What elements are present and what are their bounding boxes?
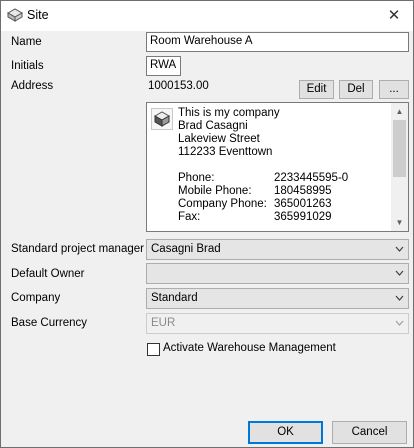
chevron-down-icon: [395, 246, 404, 252]
chevron-down-icon: [395, 270, 404, 276]
address-card: This is my company Brad Casagni Lakeview…: [146, 102, 409, 232]
building-icon: [151, 108, 173, 130]
chevron-down-icon: [395, 320, 404, 326]
contact-value: 2233445595-0: [274, 172, 349, 184]
contact-value: 365991029: [274, 211, 332, 223]
address-label: Address: [11, 80, 54, 92]
address-line: 112233 Eventtown: [178, 146, 273, 158]
title-bar: Site ✕: [1, 1, 413, 31]
arrow-down-icon[interactable]: ▼: [391, 214, 408, 231]
default-owner-label: Default Owner: [11, 268, 85, 280]
close-button[interactable]: ✕: [381, 5, 407, 27]
cancel-button[interactable]: Cancel: [332, 421, 407, 444]
contact-value: 365001263: [274, 198, 332, 210]
arrow-up-icon[interactable]: ▲: [391, 103, 408, 120]
contact-label: Company Phone:: [178, 198, 267, 210]
edit-address-button[interactable]: Edit: [299, 80, 334, 99]
base-currency-select: EUR: [146, 313, 409, 334]
address-line: This is my company: [178, 107, 280, 119]
name-label: Name: [11, 36, 42, 48]
address-number: 1000153.00: [148, 80, 209, 92]
base-currency-value: EUR: [151, 317, 176, 329]
contact-value: 180458995: [274, 185, 332, 197]
default-owner-select[interactable]: [146, 263, 409, 284]
address-scrollbar[interactable]: ▲ ▼: [391, 103, 408, 231]
company-label: Company: [11, 292, 61, 304]
warehouse-management-checkbox[interactable]: [147, 343, 160, 356]
company-select[interactable]: Standard: [146, 288, 409, 309]
initials-input[interactable]: RWA: [146, 56, 181, 76]
initials-label: Initials: [11, 60, 44, 72]
window-title: Site: [27, 8, 49, 22]
name-input[interactable]: Room Warehouse A: [146, 32, 409, 52]
base-currency-label: Base Currency: [11, 317, 88, 329]
address-line: Brad Casagni: [178, 120, 248, 132]
contact-label: Fax:: [178, 211, 201, 223]
standard-pm-select[interactable]: Casagni Brad: [146, 239, 409, 260]
warehouse-management-label[interactable]: Activate Warehouse Management: [163, 342, 336, 354]
standard-pm-label: Standard project manager: [11, 243, 144, 255]
company-value: Standard: [151, 292, 198, 304]
address-line: Lakeview Street: [178, 133, 260, 145]
delete-address-button[interactable]: Del: [339, 80, 373, 99]
scrollbar-thumb[interactable]: [393, 120, 406, 177]
more-address-button[interactable]: ...: [379, 80, 409, 99]
site-dialog: Site ✕ Name Room Warehouse A Initials RW…: [0, 0, 414, 448]
contact-label: Phone:: [178, 172, 215, 184]
ok-button[interactable]: OK: [248, 421, 323, 444]
warehouse-icon: [6, 8, 24, 22]
contact-label: Mobile Phone:: [178, 185, 252, 197]
chevron-down-icon: [395, 295, 404, 301]
standard-pm-value: Casagni Brad: [151, 243, 221, 255]
